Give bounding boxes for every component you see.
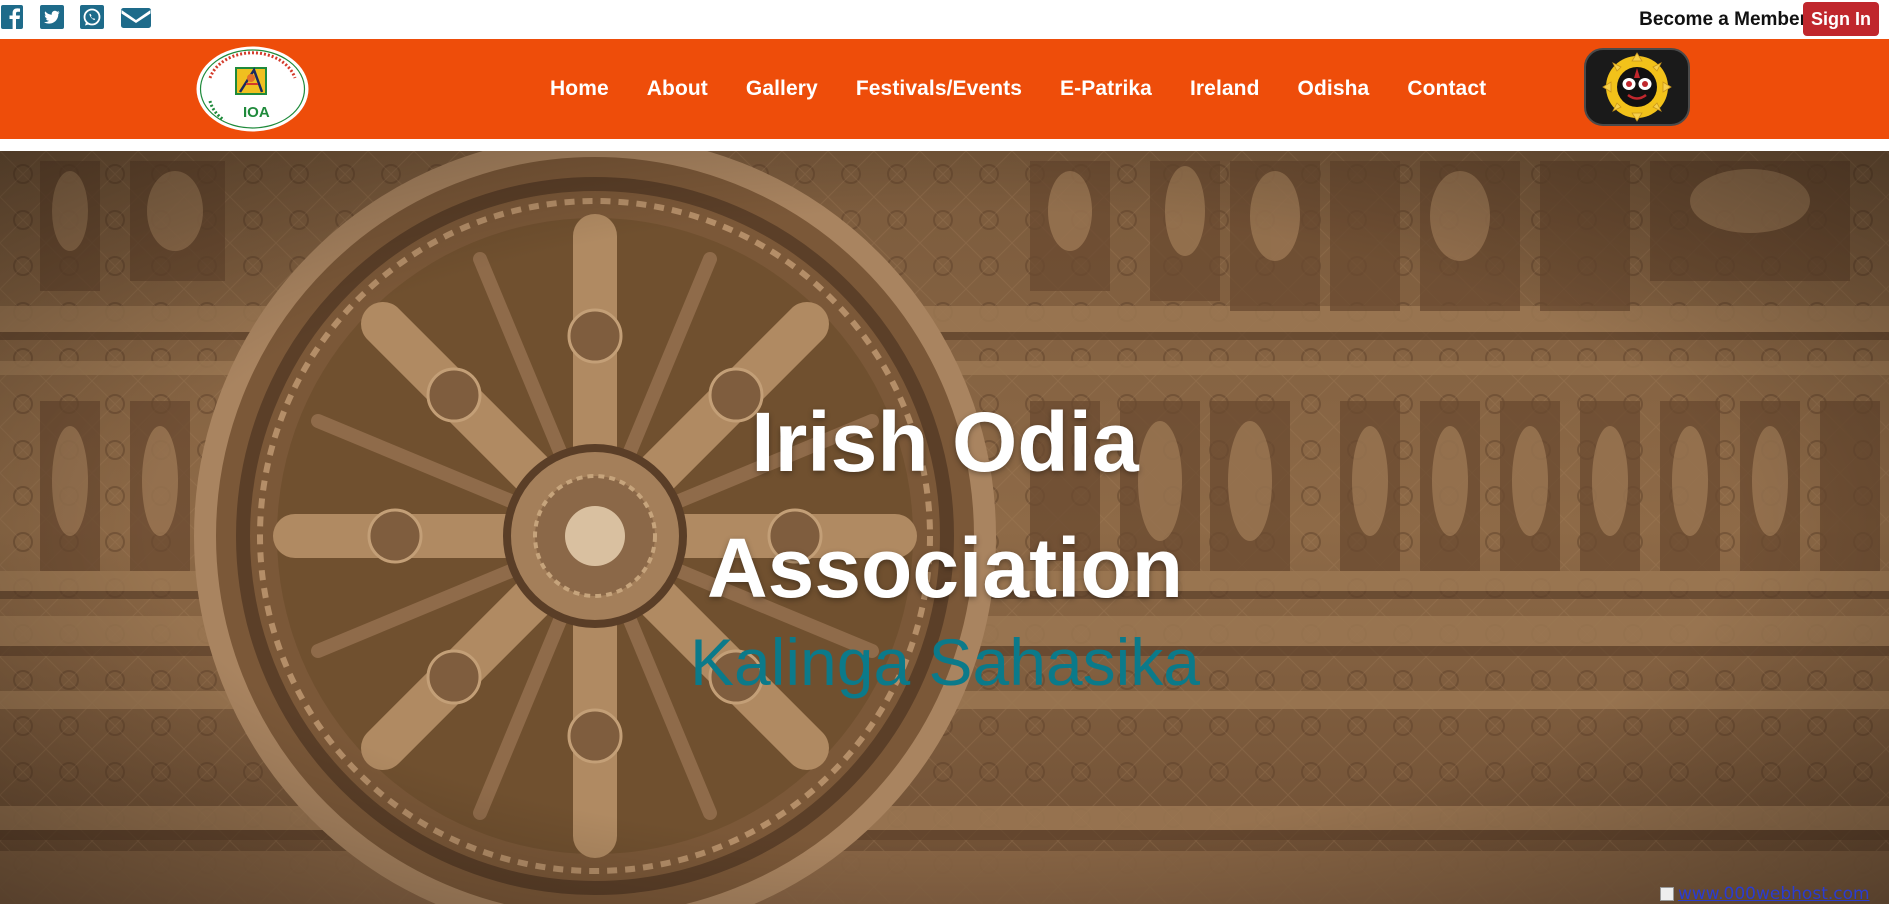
top-bar: Become a Member Sign In (0, 0, 1889, 39)
nav-odisha[interactable]: Odisha (1298, 77, 1370, 101)
nav-home[interactable]: Home (550, 77, 609, 101)
broken-image-icon (1660, 886, 1674, 901)
twitter-icon[interactable] (40, 4, 66, 30)
nav-festivals-events[interactable]: Festivals/Events (856, 77, 1022, 101)
hero-title: Irish Odia Association (640, 379, 1250, 631)
nav-e-patrika[interactable]: E-Patrika (1060, 77, 1152, 101)
main-nav: Home About Gallery Festivals/Events E-Pa… (550, 39, 1486, 139)
nav-gallery[interactable]: Gallery (746, 77, 818, 101)
nav-about[interactable]: About (647, 77, 708, 101)
jagannath-emblem (1584, 48, 1690, 126)
social-links (0, 4, 152, 30)
hero-subtitle: Kalinga Sahasika (689, 625, 1201, 699)
nav-contact[interactable]: Contact (1407, 77, 1486, 101)
host-badge-link[interactable]: www.000webhost.com (1660, 883, 1870, 904)
hero-banner: Irish Odia Association Kalinga Sahasika … (0, 151, 1889, 904)
whatsapp-icon[interactable] (80, 4, 106, 30)
facebook-icon[interactable] (0, 4, 26, 30)
host-badge-text: www.000webhost.com (1678, 883, 1870, 904)
logo-initials: IOA (243, 104, 270, 121)
hero-title-line2: Association (706, 521, 1184, 615)
become-member-link[interactable]: Become a Member (1639, 9, 1807, 31)
nav-bar: IOA Home About Gallery Festivals/Events … (0, 39, 1889, 139)
association-logo[interactable]: IOA (196, 46, 309, 132)
envelope-icon[interactable] (120, 4, 152, 30)
sign-in-button[interactable]: Sign In (1803, 2, 1879, 36)
hero-title-line1: Irish Odia (751, 395, 1139, 489)
nav-ireland[interactable]: Ireland (1190, 77, 1260, 101)
